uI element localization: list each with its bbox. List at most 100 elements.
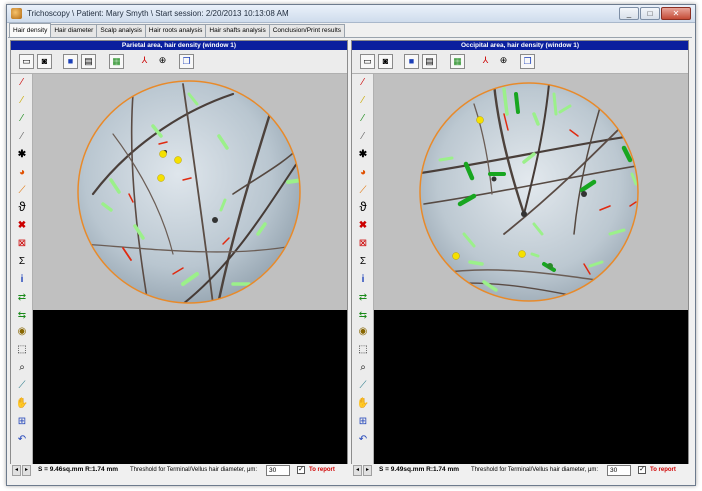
scroll-left-button[interactable]: ◂	[353, 465, 362, 476]
save-icon[interactable]: ■	[404, 54, 419, 69]
area-readout: S = 9.46sq.mm R:1.74 mm	[38, 466, 119, 473]
tab-strip: Hair density Hair diameter Scalp analysi…	[9, 23, 346, 38]
eyedropper-icon[interactable]: ⟋	[356, 379, 370, 393]
dermoscopy-image	[419, 82, 639, 302]
print-icon[interactable]: ▤	[422, 54, 437, 69]
side-toolbar: ⁄ ⁄ ⁄ ⁄ ✱ ◕ ⟋ ϑ ✖ ⊠ Σ i ⇄ ⇆ ◉ ⬚ ⌕ ⟋ ✋ ⊞ …	[11, 74, 33, 466]
tab-divider	[8, 37, 692, 38]
scroll-right-button[interactable]: ▸	[363, 465, 372, 476]
status-bar-parietal: ◂ ▸ S = 9.46sq.mm R:1.74 mm Threshold fo…	[10, 464, 348, 478]
area-readout: S = 9.49sq.mm R:1.74 mm	[379, 466, 460, 473]
magic-wand-red-icon[interactable]: ⁄	[356, 76, 370, 90]
arrow-right-icon[interactable]: ⇄	[356, 291, 370, 305]
magic-wand-red-icon[interactable]: ⁄	[15, 76, 29, 90]
target-icon[interactable]: ⊕	[496, 54, 511, 69]
tab-hair-density[interactable]: Hair density	[9, 23, 52, 37]
color-wheel-icon[interactable]: ◕	[15, 166, 29, 180]
target-icon[interactable]: ⊕	[155, 54, 170, 69]
copy-windows-icon[interactable]: ❐	[520, 54, 535, 69]
panel-parietal: Parietal area, hair density (window 1) ▭…	[10, 40, 348, 466]
window-title: Trichoscopy \ Patient: Mary Smyth \ Star…	[27, 9, 289, 18]
side-toolbar: ⁄ ⁄ ⁄ ⁄ ✱ ◕ ⟋ ϑ ✖ ⊠ Σ i ⇄ ⇆ ◉ ⬚ ⌕ ⟋ ✋ ⊞ …	[352, 74, 374, 466]
ruler-icon[interactable]: ⟋	[15, 184, 29, 198]
info-icon[interactable]: i	[356, 273, 370, 287]
panel-header: Parietal area, hair density (window 1)	[11, 41, 347, 50]
zoom-icon[interactable]: ⌕	[356, 361, 370, 375]
minimize-button[interactable]: _	[619, 7, 639, 20]
open-folder-icon[interactable]: ▭	[19, 54, 34, 69]
magic-wand-yellow-icon[interactable]: ⁄	[356, 94, 370, 108]
hand-icon[interactable]: ✋	[356, 397, 370, 411]
arrow-right-icon[interactable]: ⇄	[15, 291, 29, 305]
magic-wand-green-icon[interactable]: ⁄	[356, 112, 370, 126]
save-icon[interactable]: ■	[63, 54, 78, 69]
eyedropper-icon[interactable]: ⟋	[15, 379, 29, 393]
select-rect-icon[interactable]: ⬚	[15, 343, 29, 357]
tab-hair-shafts-analysis[interactable]: Hair shafts analysis	[205, 24, 270, 37]
sigma-icon[interactable]: Σ	[15, 255, 29, 269]
dermoscopy-image	[77, 80, 301, 304]
color-wheel-icon[interactable]: ◕	[356, 166, 370, 180]
delete-icon[interactable]: ✖	[356, 219, 370, 233]
threshold-input[interactable]: 30	[607, 465, 631, 476]
close-button[interactable]: ✕	[661, 7, 691, 20]
eye-icon[interactable]: ◉	[15, 325, 29, 339]
open-folder-icon[interactable]: ▭	[360, 54, 375, 69]
threshold-label: Threshold for Terminal/Vellus hair diame…	[130, 467, 258, 473]
scroll-left-button[interactable]: ◂	[12, 465, 21, 476]
threshold-input[interactable]: 30	[266, 465, 290, 476]
title-bar: Trichoscopy \ Patient: Mary Smyth \ Star…	[7, 5, 695, 23]
threshold-label: Threshold for Terminal/Vellus hair diame…	[471, 467, 599, 473]
magic-wand-green-icon[interactable]: ⁄	[15, 112, 29, 126]
fit-window-icon[interactable]: ⊞	[15, 415, 29, 429]
sigma-icon[interactable]: Σ	[356, 255, 370, 269]
clear-selection-icon[interactable]: ⊠	[356, 237, 370, 251]
tab-hair-diameter[interactable]: Hair diameter	[50, 24, 98, 37]
panel-toolbar: ▭ ◙ ■ ▤ ▦ ⅄ ⊕ ❐	[11, 50, 347, 74]
grid-icon[interactable]: ▦	[450, 54, 465, 69]
delete-icon[interactable]: ✖	[15, 219, 29, 233]
maximize-button[interactable]: □	[640, 7, 660, 20]
grid-icon[interactable]: ▦	[109, 54, 124, 69]
panel-occipital: Occipital area, hair density (window 1) …	[351, 40, 689, 466]
eye-icon[interactable]: ◉	[356, 325, 370, 339]
dermoscopy-image-area[interactable]	[33, 74, 347, 310]
measure-tool-icon[interactable]: ⅄	[478, 54, 493, 69]
calipers-icon[interactable]: ϑ	[15, 200, 29, 214]
tab-hair-roots-analysis[interactable]: Hair roots analysis	[144, 24, 207, 37]
clear-selection-icon[interactable]: ⊠	[15, 237, 29, 251]
to-report-checkbox[interactable]: ✓	[638, 466, 646, 474]
arrow-left-icon[interactable]: ⇆	[15, 309, 29, 323]
magic-wand-gray-icon[interactable]: ⁄	[15, 130, 29, 144]
star-icon[interactable]: ✱	[15, 148, 29, 162]
scroll-right-button[interactable]: ▸	[22, 465, 31, 476]
ruler-icon[interactable]: ⟋	[356, 184, 370, 198]
to-report-label: To report	[309, 467, 335, 473]
magic-wand-gray-icon[interactable]: ⁄	[356, 130, 370, 144]
star-icon[interactable]: ✱	[356, 148, 370, 162]
tab-scalp-analysis[interactable]: Scalp analysis	[96, 24, 146, 37]
zoom-icon[interactable]: ⌕	[15, 361, 29, 375]
magic-wand-yellow-icon[interactable]: ⁄	[15, 94, 29, 108]
window-controls: _ □ ✕	[619, 7, 691, 20]
camera-icon[interactable]: ◙	[37, 54, 52, 69]
app-icon	[11, 8, 22, 19]
hand-icon[interactable]: ✋	[15, 397, 29, 411]
calipers-icon[interactable]: ϑ	[356, 200, 370, 214]
to-report-checkbox[interactable]: ✓	[297, 466, 305, 474]
print-icon[interactable]: ▤	[81, 54, 96, 69]
select-rect-icon[interactable]: ⬚	[356, 343, 370, 357]
fit-window-icon[interactable]: ⊞	[356, 415, 370, 429]
camera-icon[interactable]: ◙	[378, 54, 393, 69]
undo-icon[interactable]: ↶	[356, 433, 370, 447]
to-report-label: To report	[650, 467, 676, 473]
panel-header: Occipital area, hair density (window 1)	[352, 41, 688, 50]
dermoscopy-image-area[interactable]	[374, 74, 688, 310]
copy-windows-icon[interactable]: ❐	[179, 54, 194, 69]
measure-tool-icon[interactable]: ⅄	[137, 54, 152, 69]
arrow-left-icon[interactable]: ⇆	[356, 309, 370, 323]
preview-area	[374, 310, 688, 466]
info-icon[interactable]: i	[15, 273, 29, 287]
undo-icon[interactable]: ↶	[15, 433, 29, 447]
tab-conclusion[interactable]: Conclusion/Print results	[268, 24, 346, 37]
